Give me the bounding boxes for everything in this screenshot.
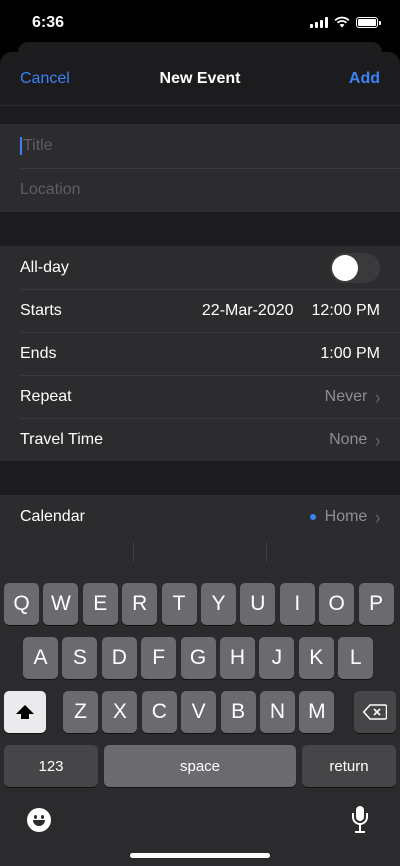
chevron-right-icon: › xyxy=(375,505,380,528)
delete-key[interactable] xyxy=(354,691,396,733)
travel-time-label: Travel Time xyxy=(20,430,103,448)
key-j[interactable]: J xyxy=(259,637,295,679)
key-k[interactable]: K xyxy=(298,637,334,679)
title-row xyxy=(0,124,400,168)
calendar-value: Home xyxy=(324,507,368,525)
starts-row: Starts 22-Mar-2020 12:00 PM xyxy=(0,289,400,332)
travel-time-value: None xyxy=(329,430,368,448)
chevron-right-icon: › xyxy=(375,385,380,408)
key-u[interactable]: U xyxy=(240,583,276,625)
key-h[interactable]: H xyxy=(220,637,255,679)
key-t[interactable]: T xyxy=(161,583,197,625)
numbers-key[interactable]: 123 xyxy=(4,745,98,787)
allday-row: All-day xyxy=(0,246,400,289)
key-p[interactable]: P xyxy=(358,583,394,625)
battery-icon xyxy=(356,16,381,28)
shift-key[interactable] xyxy=(4,691,46,733)
ends-label: Ends xyxy=(20,344,57,362)
starts-time[interactable]: 12:00 PM xyxy=(312,302,380,320)
key-i[interactable]: I xyxy=(279,583,315,625)
microphone-icon[interactable] xyxy=(352,806,368,834)
key-w[interactable]: W xyxy=(43,583,79,625)
starts-label: Starts xyxy=(20,301,62,319)
return-key[interactable]: return xyxy=(302,745,396,787)
key-z[interactable]: Z xyxy=(63,691,98,733)
starts-date[interactable]: 22-Mar-2020 xyxy=(202,302,294,320)
title-location-group xyxy=(0,124,400,212)
repeat-value: Never xyxy=(324,387,368,405)
key-v[interactable]: V xyxy=(181,691,217,733)
space-key[interactable]: space xyxy=(104,745,296,787)
shift-arrow-icon xyxy=(16,704,34,719)
nav-bar: Cancel New Event Add xyxy=(0,52,400,106)
wifi-icon xyxy=(334,16,350,28)
key-x[interactable]: X xyxy=(102,691,138,733)
key-y[interactable]: Y xyxy=(201,583,236,625)
key-row-4: 123 space return xyxy=(0,745,400,787)
status-bar: 6:36 xyxy=(0,0,400,44)
key-e[interactable]: E xyxy=(82,583,118,625)
key-row-3: ZXCVBNM xyxy=(0,691,400,733)
key-r[interactable]: R xyxy=(122,583,158,625)
calendar-label: Calendar xyxy=(20,507,85,525)
time-group: All-day Starts 22-Mar-2020 12:00 PM Ends… xyxy=(0,246,400,461)
keyboard: QWERTYUIOP ASDFGHJKL ZXCVBNM 123 space r… xyxy=(0,530,400,866)
section-gap xyxy=(0,212,400,246)
allday-label: All-day xyxy=(20,258,69,276)
status-icons xyxy=(310,16,381,28)
key-d[interactable]: D xyxy=(101,637,137,679)
section-gap xyxy=(0,106,400,124)
key-s[interactable]: S xyxy=(62,637,98,679)
emoji-icon[interactable] xyxy=(27,808,51,832)
add-button[interactable]: Add xyxy=(349,70,380,88)
cellular-signal-icon xyxy=(310,16,328,28)
section-gap xyxy=(0,461,400,495)
suggestion-divider xyxy=(266,542,267,562)
home-indicator[interactable] xyxy=(130,853,270,858)
key-l[interactable]: L xyxy=(338,637,374,679)
chevron-right-icon: › xyxy=(375,428,380,451)
repeat-label: Repeat xyxy=(20,387,72,405)
allday-toggle[interactable] xyxy=(330,252,380,283)
key-c[interactable]: C xyxy=(141,691,177,733)
title-input[interactable] xyxy=(23,137,380,155)
key-o[interactable]: O xyxy=(319,583,355,625)
suggestion-bar xyxy=(0,530,400,572)
key-q[interactable]: Q xyxy=(4,583,39,625)
key-b[interactable]: B xyxy=(220,691,256,733)
key-row-1: QWERTYUIOP xyxy=(0,583,400,625)
ends-time[interactable]: 1:00 PM xyxy=(320,345,380,363)
backspace-icon xyxy=(363,704,387,720)
ends-row: Ends 1:00 PM xyxy=(0,332,400,375)
key-row-2: ASDFGHJKL xyxy=(0,637,400,679)
suggestion-divider xyxy=(133,542,134,562)
page-title: New Event xyxy=(159,70,241,87)
toggle-knob xyxy=(332,254,358,281)
repeat-row[interactable]: Repeat Never › xyxy=(0,375,400,418)
location-input[interactable] xyxy=(20,181,380,199)
key-n[interactable]: N xyxy=(260,691,295,733)
key-m[interactable]: M xyxy=(299,691,335,733)
text-caret xyxy=(20,137,22,155)
travel-time-row[interactable]: Travel Time None › xyxy=(0,418,400,461)
location-row xyxy=(0,168,400,212)
key-g[interactable]: G xyxy=(180,637,216,679)
calendar-color-dot-icon xyxy=(309,513,316,520)
status-time: 6:36 xyxy=(32,14,65,31)
key-f[interactable]: F xyxy=(141,637,177,679)
key-a[interactable]: A xyxy=(23,637,58,679)
